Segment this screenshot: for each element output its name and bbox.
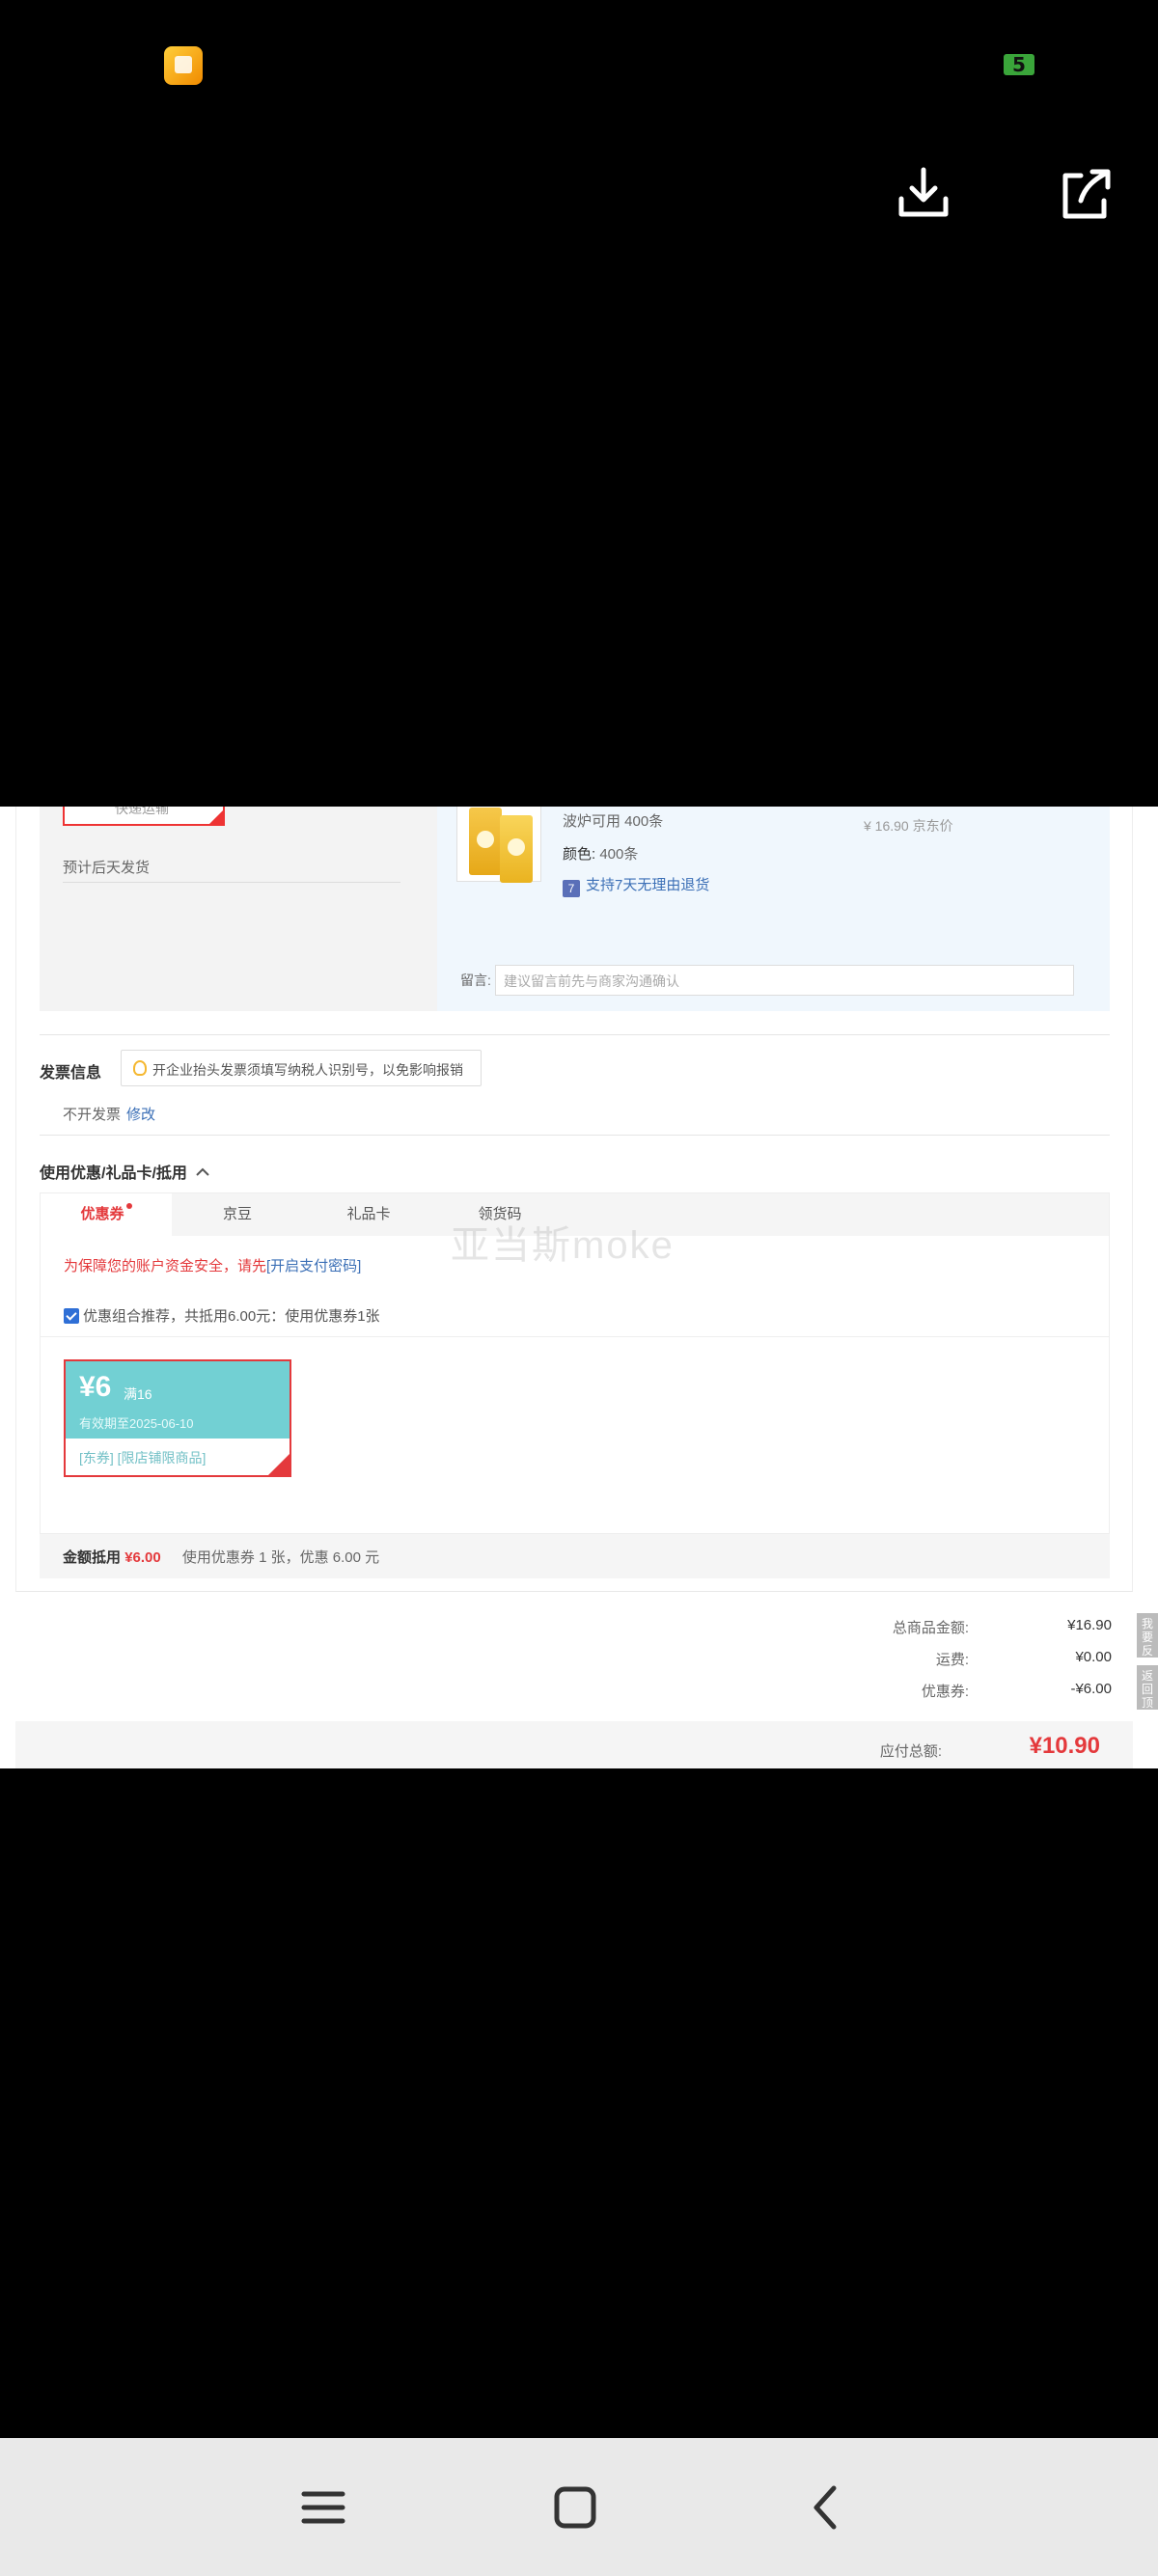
home-icon[interactable] [540,2473,610,2542]
back-icon[interactable] [791,2473,861,2542]
product-pack-image [469,808,502,875]
lightbulb-icon [133,1060,147,1076]
divider [63,882,400,883]
color-label: 颜色: [563,846,596,863]
combo-checkbox[interactable] [64,1308,79,1324]
divider [40,1034,1110,1035]
product-price: ¥ 16.90 京东价 [864,818,953,834]
coupon-section-title: 使用优惠/礼品卡/抵用 [40,1165,187,1182]
color-value: 400条 [599,846,639,863]
menu-icon[interactable] [289,2473,358,2542]
share-icon[interactable] [1054,162,1117,226]
watermark: 亚当斯moke [451,1224,675,1267]
coupon-amount: ¥6 [79,1371,112,1403]
image-viewer-top-bar: 5 [0,0,1158,807]
goods-label: 总商品金额: [892,1620,969,1636]
back-to-top-tab[interactable]: 返回顶部 [1137,1665,1158,1723]
product-color: 颜色: 400条 [563,843,638,863]
invoice-status: 不开发票 修改 [63,1104,155,1124]
tab-coupons[interactable]: 优惠券 [41,1193,172,1236]
product-pack-image [500,815,533,883]
battery-indicator: 5 [1004,54,1034,75]
shipping-value: ¥0.00 [1075,1649,1112,1665]
tab-gift-card[interactable]: 礼品卡 [303,1193,434,1236]
coupon-value: -¥6.00 [1070,1681,1112,1697]
deduction-summary: 金额抵用 ¥6.00 使用优惠券 1 张，优惠 6.00 元 [40,1534,1110,1578]
feedback-tab[interactable]: 我要反馈 [1137,1613,1158,1671]
tab-jingdou[interactable]: 京豆 [172,1193,303,1236]
return-policy-text: 支持7天无理由退货 [586,877,710,893]
invoice-title: 发票信息 [40,1065,102,1082]
invoice-tip: 开企业抬头发票须填写纳税人识别号，以免影响报销 [121,1050,482,1086]
order-form: 快递运输 预计后天发货 波炉可用 400条 颜色: 400条 7 支持7天无理由… [15,807,1133,1592]
ship-note: 预计后天发货 [63,860,151,876]
coupon-label: 优惠券: [921,1684,969,1700]
security-notice: 为保障您的账户资金安全，请先[开启支付密码] [64,1255,361,1275]
coupon-card[interactable]: ¥6 满16 有效期至2025-06-10 [东券] [限店铺限商品] [64,1359,291,1477]
security-text: 为保障您的账户资金安全，请先 [64,1258,267,1274]
goods-value: ¥16.90 [1067,1617,1112,1633]
notification-dot [125,1203,132,1209]
order-page-screenshot: 快递运输 预计后天发货 波炉可用 400条 颜色: 400条 7 支持7天无理由… [0,807,1158,1768]
total-bar: 应付总额: ¥10.90 [15,1721,1133,1768]
delivery-option[interactable]: 快递运输 [63,807,225,826]
product-item: 波炉可用 400条 颜色: 400条 7 支持7天无理由退货 ¥ 16.90 京东… [437,807,1110,1011]
memo-input[interactable]: 建议留言前先与商家沟通确认 [495,965,1074,996]
coupon-tags: [东券] [限店铺限商品] [79,1450,207,1466]
tab-coupons-label: 优惠券 [80,1206,124,1222]
delivery-panel: 快递运输 预计后天发货 波炉可用 400条 颜色: 400条 7 支持7天无理由… [40,807,1110,1011]
product-spec: 波炉可用 400条 [563,813,664,830]
summary-goods: 总商品金额: ¥16.90 [0,1617,1158,1640]
summary-coupon: 优惠券: -¥6.00 [0,1681,1158,1704]
invoice-tip-text: 开企业抬头发票须填写纳税人识别号，以免影响报销 [152,1062,463,1078]
deduct-note: 使用优惠券 1 张，优惠 6.00 元 [181,1549,380,1566]
selected-check-icon [268,1454,290,1475]
deduct-amount: ¥6.00 [124,1549,161,1566]
system-nav-bar [0,2438,1158,2576]
download-icon[interactable] [892,162,955,226]
coupon-section-toggle[interactable]: 使用优惠/礼品卡/抵用 [40,1160,210,1183]
return-policy[interactable]: 7 支持7天无理由退货 [563,874,709,897]
gallery-app-icon [164,46,203,85]
return-badge-icon: 7 [563,880,580,897]
coupon-validity: 有效期至2025-06-10 [79,1416,194,1431]
screen: 5 快递运输 预计后天发货 波炉可用 400条 颜色: 400条 7 支持7天无… [0,0,1158,2576]
divider [41,1336,1109,1337]
chevron-up-icon [196,1167,210,1176]
combo-text: 优惠组合推荐，共抵用6.00元：使用优惠券1张 [83,1308,380,1325]
product-image[interactable] [456,807,541,883]
invoice-edit-link[interactable]: 修改 [126,1107,155,1123]
memo-label: 留言: [460,973,491,988]
summary-shipping: 运费: ¥0.00 [0,1649,1158,1672]
deduct-label: 金额抵用 [63,1549,122,1566]
coupon-condition: 满16 [124,1386,152,1402]
total-value: ¥10.90 [1029,1733,1100,1759]
total-label: 应付总额: [879,1743,942,1760]
shipping-label: 运费: [935,1652,969,1668]
enable-password-link[interactable]: [开启支付密码] [266,1258,361,1274]
combo-recommendation[interactable]: 优惠组合推荐，共抵用6.00元：使用优惠券1张 [64,1305,380,1326]
delivery-option-label: 快递运输 [115,807,169,816]
coupon-card-header: ¥6 满16 有效期至2025-06-10 [66,1361,290,1439]
divider [40,1135,1110,1136]
invoice-status-text: 不开发票 [63,1107,122,1123]
